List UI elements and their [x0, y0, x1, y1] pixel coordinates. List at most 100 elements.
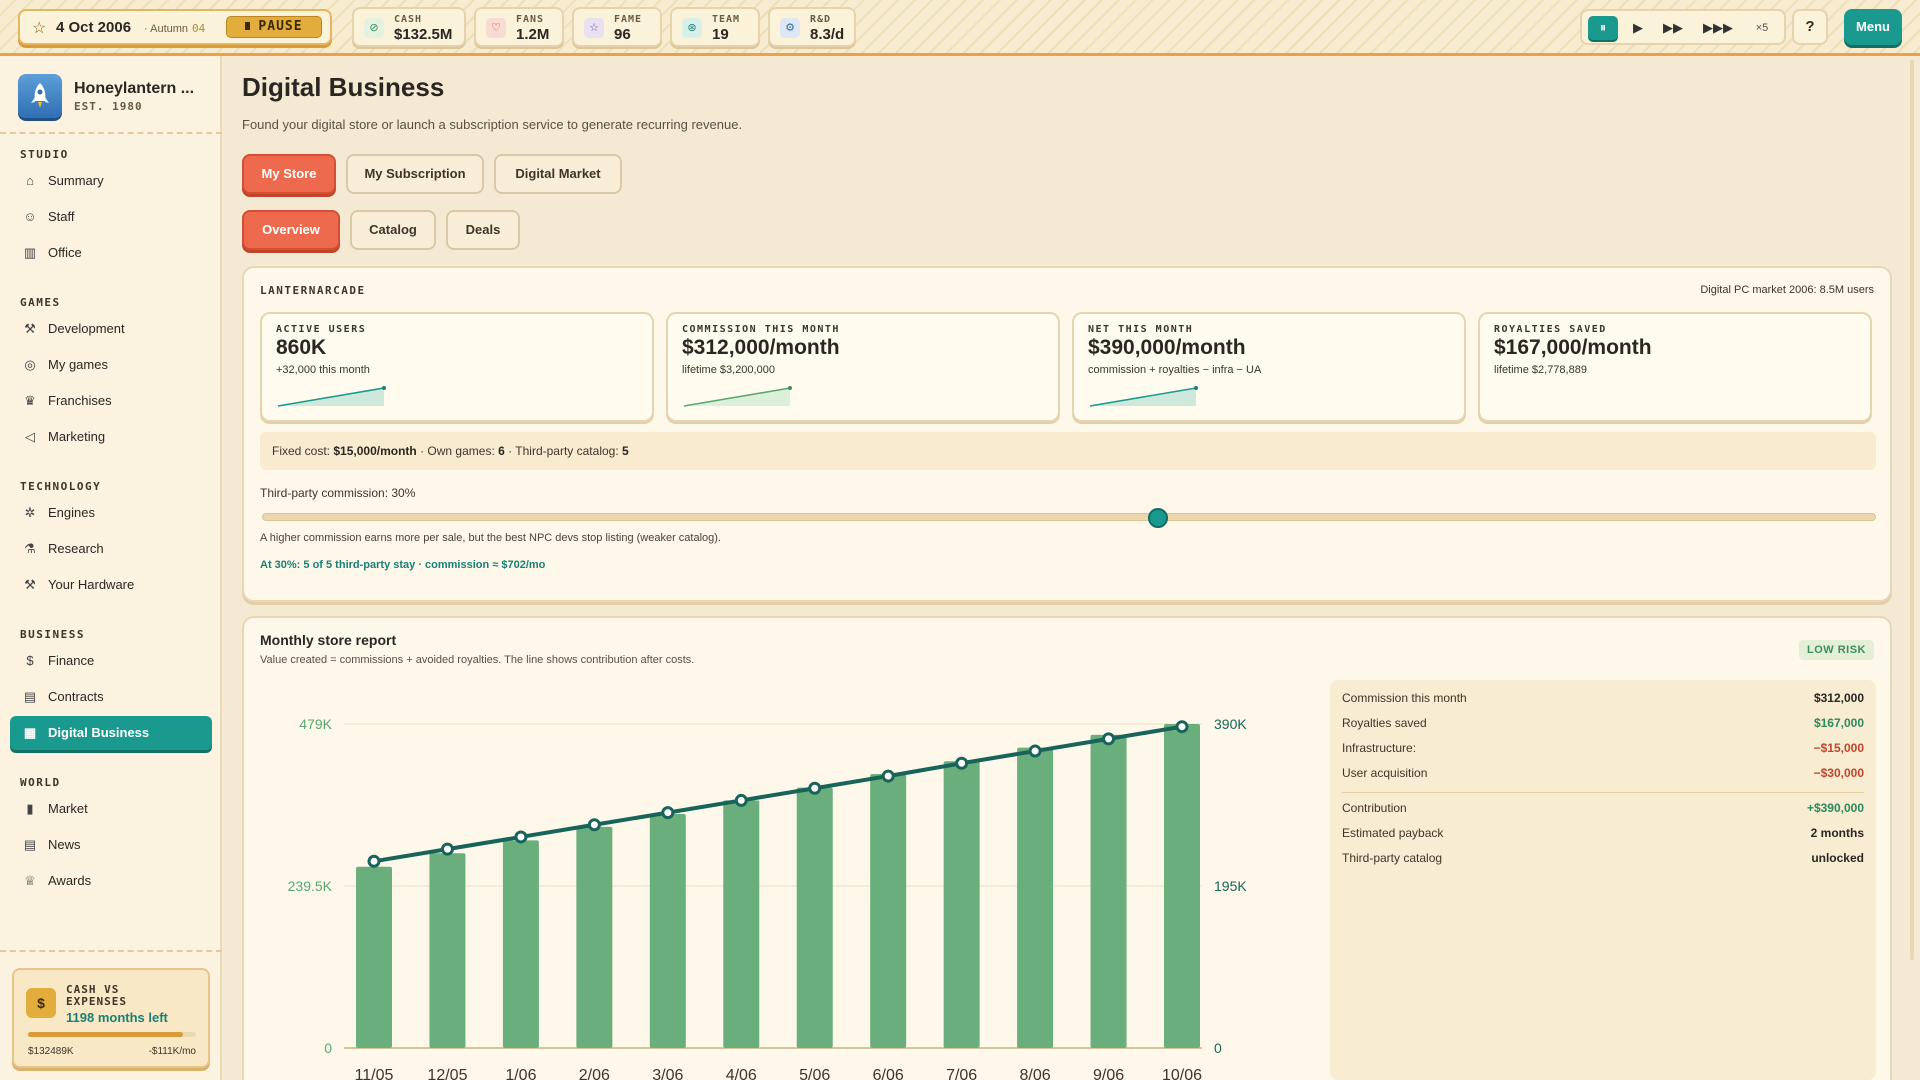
speed-multiplier[interactable]: ×5 — [1746, 16, 1778, 40]
sidebar-item-label: Finance — [48, 653, 95, 668]
speed-faster-button[interactable]: ▶▶▶ — [1698, 16, 1738, 40]
sidebar-item-digital-business[interactable]: ▦ Digital Business — [10, 716, 212, 750]
sidebar-item-my-games[interactable]: ◎ My games — [10, 348, 212, 382]
sidebar-item-staff[interactable]: ☺ Staff — [10, 200, 212, 234]
season-label: · Autumn 04 — [144, 22, 206, 35]
fixed-cost-strip: Fixed cost: $15,000/month · Own games: 6… — [260, 432, 1876, 470]
studio-established: EST. 1980 — [74, 100, 143, 113]
market-note: Digital PC market 2006: 8.5M users — [1700, 284, 1874, 296]
page-subtitle: Found your digital store or launch a sub… — [242, 117, 743, 132]
tab-my-store[interactable]: My Store — [242, 154, 336, 194]
sidebar-item-your-hardware[interactable]: ⚒ Your Hardware — [10, 568, 212, 602]
document-icon: ▤ — [23, 689, 37, 704]
sidebar-item-awards[interactable]: ♕ Awards — [10, 864, 212, 898]
studio-name: Honeylantern ... — [74, 80, 195, 97]
speed-play-button[interactable]: ▶ — [1626, 16, 1650, 40]
commission-slider-thumb[interactable] — [1147, 508, 1168, 528]
risk-badge: LOW RISK — [1799, 640, 1874, 660]
sidebar-item-label: Engines — [48, 505, 95, 520]
stat-fans[interactable]: ♡ FANS 1.2M — [474, 7, 564, 47]
menu-button[interactable]: Menu — [1844, 9, 1902, 45]
summary-row: Contribution +$390,000 — [1342, 801, 1864, 815]
right-axis-tick: 195K — [1214, 878, 1247, 894]
summary-row: User acquisition −$30,000 — [1342, 766, 1864, 780]
line-point-12/05 — [440, 842, 454, 856]
kpi-commission: COMMISSION THIS MONTH $312,000/month lif… — [666, 312, 1060, 422]
commission-slider-track[interactable] — [262, 513, 1876, 521]
store-name: LANTERNARCADE — [260, 284, 366, 297]
sidebar-item-research[interactable]: ⚗ Research — [10, 532, 212, 566]
line-point-10/06 — [1175, 720, 1189, 734]
line-point-11/05 — [367, 854, 381, 868]
flask-icon: ⚗ — [24, 541, 36, 556]
summary-row: Commission this month $312,000 — [1342, 691, 1864, 705]
summary-divider — [1342, 792, 1864, 793]
subtab-overview[interactable]: Overview — [242, 210, 340, 250]
gear-icon: ✲ — [24, 505, 36, 520]
expense-value: -$111K/mo — [148, 1046, 196, 1057]
pause-icon — [245, 22, 251, 30]
sidebar-item-label: Development — [48, 321, 125, 336]
bar-chart-icon: ▮ — [26, 801, 34, 816]
sidebar-item-label: Marketing — [48, 429, 106, 444]
sidebar-item-summary[interactable]: ⌂ Summary — [10, 164, 212, 198]
section-title: GAMES — [20, 296, 61, 309]
bar-1/06 — [502, 840, 539, 1048]
crown-icon: ♛ — [24, 393, 36, 408]
megaphone-icon: ◁ — [25, 429, 35, 444]
line-point-3/06 — [661, 806, 675, 820]
dollar-icon: $ — [26, 653, 34, 668]
current-date: 4 Oct 2006 — [56, 19, 132, 36]
sidebar-item-label: Your Hardware — [48, 577, 135, 592]
sidebar-item-engines[interactable]: ✲ Engines — [10, 496, 212, 530]
right-axis-tick: 390K — [1214, 716, 1247, 732]
trophy-icon: ♕ — [24, 873, 36, 888]
sidebar-item-news[interactable]: ▤ News — [10, 828, 212, 862]
sidebar-item-label: Staff — [48, 209, 75, 224]
sidebar-divider — [0, 950, 222, 952]
cash-vs-expenses-card: $ CASH VS EXPENSES 1198 months left $132… — [12, 968, 210, 1068]
x-axis-tick: 1/06 — [505, 1067, 536, 1080]
stat-fame[interactable]: ☆ FAME 96 — [572, 7, 662, 47]
subtab-deals[interactable]: Deals — [446, 210, 520, 250]
dollar-icon: $ — [26, 988, 56, 1018]
x-axis-tick: 11/05 — [355, 1067, 394, 1080]
report-title: Monthly store report — [260, 632, 397, 648]
heart-icon: ♡ — [486, 18, 506, 38]
sidebar-item-finance[interactable]: $ Finance — [10, 644, 212, 678]
sidebar-item-label: Market — [48, 801, 88, 816]
page-scrollbar[interactable] — [1910, 60, 1914, 960]
contribution-line — [373, 724, 1183, 864]
star-icon: ☆ — [584, 18, 604, 38]
help-button[interactable]: ? — [1792, 9, 1828, 45]
tab-digital-market[interactable]: Digital Market — [494, 154, 622, 194]
sidebar-item-office[interactable]: ▥ Office — [10, 236, 212, 270]
bar-2/06 — [576, 826, 613, 1048]
bar-6/06 — [870, 774, 907, 1048]
subtab-catalog[interactable]: Catalog — [350, 210, 436, 250]
line-point-4/06 — [734, 793, 748, 807]
sidebar-item-contracts[interactable]: ▤ Contracts — [10, 680, 212, 714]
line-point-9/06 — [1102, 732, 1116, 746]
speed-fast-button[interactable]: ▶▶ — [1656, 16, 1690, 40]
tab-my-subscription[interactable]: My Subscription — [346, 154, 484, 194]
building-icon: ▥ — [23, 245, 37, 260]
stat-team[interactable]: ⊛ TEAM 19 — [670, 7, 760, 47]
stat-cash[interactable]: ⊘ CASH $132.5M — [352, 7, 466, 47]
sidebar-item-marketing[interactable]: ◁ Marketing — [10, 420, 212, 454]
sidebar-item-development[interactable]: ⚒ Development — [10, 312, 212, 346]
sidebar-item-label: My games — [48, 357, 108, 372]
x-axis-tick: 12/05 — [427, 1067, 467, 1080]
bar-3/06 — [649, 813, 686, 1048]
star-icon: ☆ — [32, 20, 47, 37]
x-axis-tick: 7/06 — [946, 1067, 977, 1080]
sidebar-divider — [0, 132, 222, 134]
pause-button[interactable]: PAUSE — [226, 16, 322, 38]
speed-pause-button[interactable]: ⏸ — [1588, 16, 1618, 40]
sidebar-item-market[interactable]: ▮ Market — [10, 792, 212, 826]
sidebar-item-franchises[interactable]: ♛ Franchises — [10, 384, 212, 418]
people-icon: ☺ — [23, 209, 37, 224]
stat-research[interactable]: ⚙ R&D 8.3/d — [768, 7, 856, 47]
summary-row: Infrastructure: −$15,000 — [1342, 741, 1864, 755]
bar-7/06 — [943, 761, 980, 1048]
